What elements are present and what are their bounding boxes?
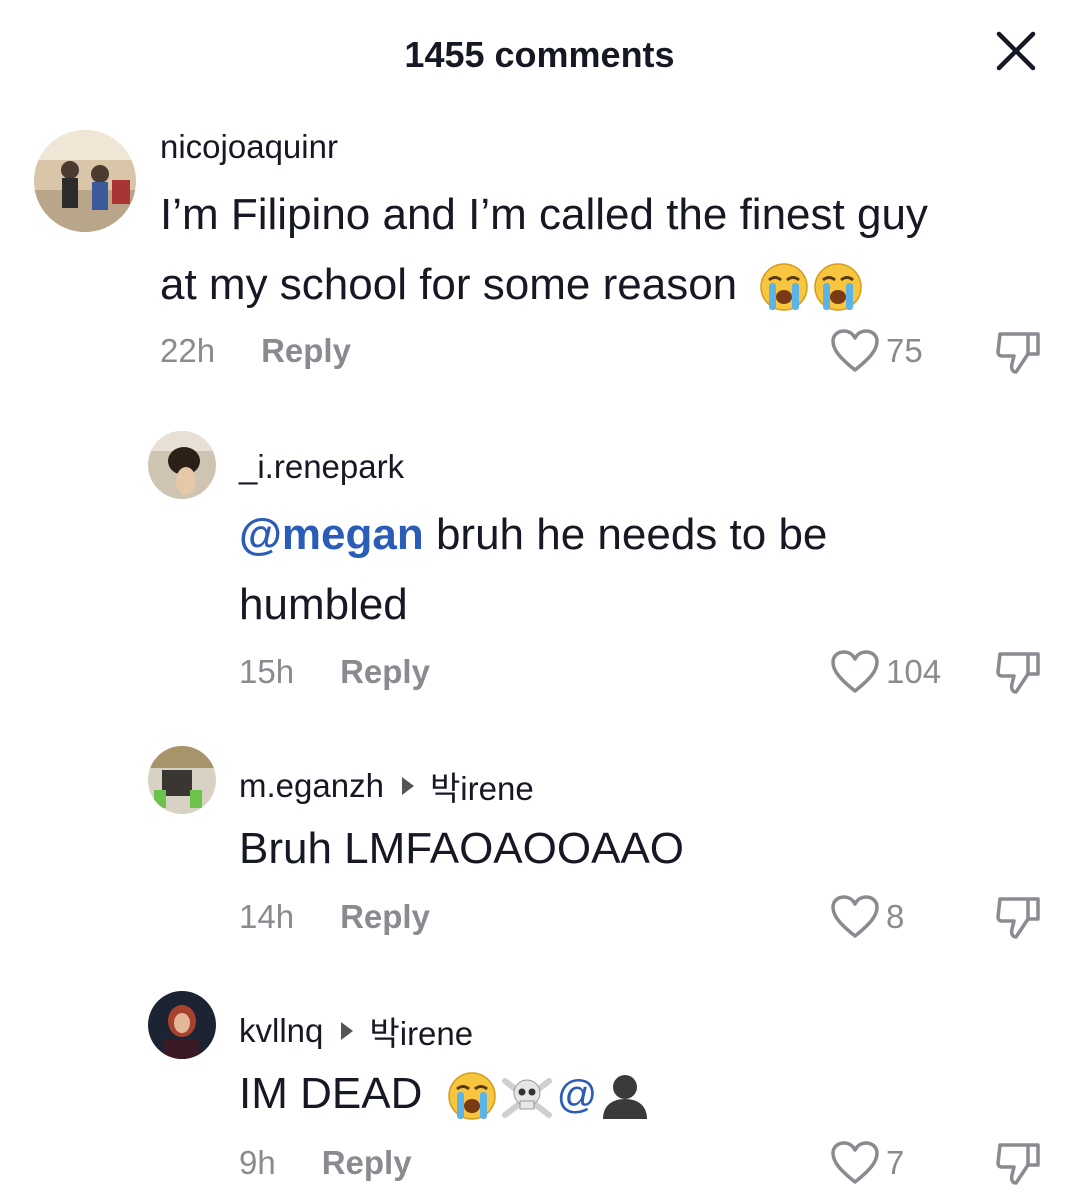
comment-text-line2: at my school for some reason	[160, 260, 738, 309]
comment-text-part: bruh he needs to be	[423, 510, 828, 559]
at-sign: @	[556, 1073, 598, 1117]
comment-text-line: Bruh LMFAOAOOAAO	[239, 824, 685, 873]
close-icon[interactable]	[993, 28, 1039, 74]
comment-username[interactable]: nicojoaquinr	[160, 128, 338, 166]
reply-button[interactable]: Reply	[340, 898, 430, 936]
comment-text-line: humbled	[239, 580, 408, 629]
skull-and-crossbones-icon	[501, 1078, 552, 1119]
comment-text-line: I’m Filipino and I’m called the finest g…	[160, 190, 928, 239]
reply-button[interactable]: Reply	[261, 332, 351, 370]
dislike-icon[interactable]	[994, 648, 1044, 696]
comment-text-part: IM DEAD	[239, 1069, 423, 1118]
comment-meta: 9h Reply	[239, 1144, 412, 1182]
dislike-icon[interactable]	[994, 328, 1044, 376]
heart-icon	[831, 329, 879, 372]
reply-to-username[interactable]: 박irene	[430, 762, 534, 810]
avatar[interactable]	[148, 746, 216, 814]
like-button[interactable]: 104	[830, 649, 941, 695]
comments-count-title: 1455 comments	[404, 34, 675, 75]
heart-icon	[831, 650, 879, 693]
comment-timestamp: 9h	[239, 1144, 276, 1181]
comment-text: Bruh LMFAOAOOAAO	[239, 814, 1019, 884]
loudly-crying-face-icon	[760, 263, 809, 312]
like-button[interactable]: 8	[830, 894, 904, 940]
loudly-crying-face-icon	[447, 1072, 496, 1121]
comment-timestamp: 22h	[160, 332, 216, 369]
comment-timestamp: 14h	[239, 898, 295, 935]
comment-text: IM DEAD @	[239, 1059, 1039, 1130]
comment-username[interactable]: _i.renepark	[239, 448, 404, 486]
like-count: 75	[886, 332, 923, 369]
avatar[interactable]	[148, 991, 216, 1059]
like-button[interactable]: 7	[830, 1140, 904, 1186]
comment-text: I’m Filipino and I’m called the finest g…	[160, 180, 1040, 320]
dislike-icon[interactable]	[994, 893, 1044, 941]
comment-text-line: @megan bruh he needs to be	[239, 500, 1019, 570]
heart-icon	[831, 1141, 879, 1184]
comment-text: @megan bruh he needs to be humbled	[239, 500, 1019, 640]
comment-text-line: IM DEAD @	[239, 1059, 1039, 1130]
like-count: 104	[886, 653, 942, 690]
bust-in-silhouette-icon	[603, 1075, 648, 1120]
avatar[interactable]	[148, 431, 216, 499]
comment-username: kvllnq 박irene	[239, 1007, 473, 1055]
mention-link[interactable]: @megan	[239, 510, 424, 559]
like-count: 8	[886, 898, 905, 935]
like-button[interactable]: 75	[830, 328, 923, 374]
reply-button[interactable]: Reply	[322, 1144, 412, 1182]
reply-arrow-icon	[341, 1022, 354, 1040]
avatar[interactable]	[34, 130, 136, 232]
comment-meta: 14h Reply	[239, 898, 430, 936]
comment-timestamp: 15h	[239, 653, 295, 690]
comment-username: m.eganzh 박irene	[239, 762, 534, 810]
comment-username-link[interactable]: kvllnq	[239, 1012, 323, 1050]
comment-text-line: at my school for some reason	[160, 250, 1040, 320]
reply-arrow-icon	[401, 777, 414, 795]
comment-meta: 22h Reply	[160, 332, 351, 370]
comment-meta: 15h Reply	[239, 653, 430, 691]
like-count: 7	[886, 1144, 905, 1181]
comments-sheet: 1455 comments nicojoaquinr I’m Filipino …	[0, 0, 1079, 1199]
heart-icon	[831, 895, 879, 938]
dislike-icon[interactable]	[994, 1139, 1044, 1187]
reply-button[interactable]: Reply	[340, 653, 430, 691]
comment-username-link[interactable]: m.eganzh	[239, 767, 384, 805]
loudly-crying-face-icon	[814, 263, 863, 312]
reply-to-username[interactable]: 박irene	[369, 1007, 473, 1055]
